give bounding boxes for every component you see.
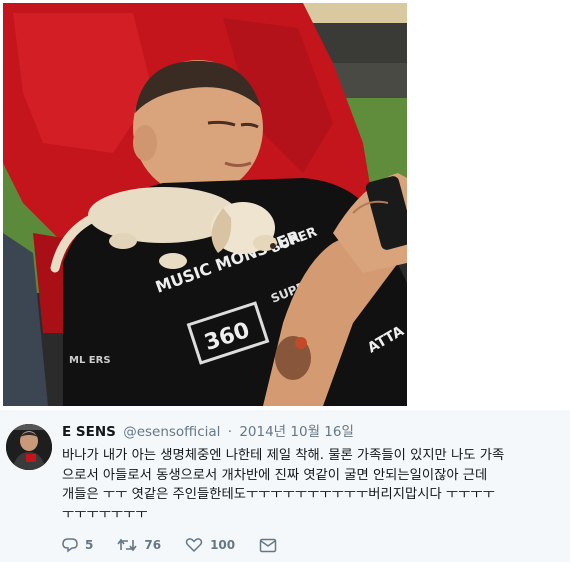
like-count: 100 bbox=[210, 538, 236, 552]
tweet-photo[interactable]: MUSIC MONSTER SUPER SUPER MAGNETIC 360 A… bbox=[3, 3, 407, 406]
direct-message-button[interactable] bbox=[259, 538, 284, 553]
retweet-icon bbox=[117, 538, 137, 552]
reply-count: 5 bbox=[85, 538, 94, 552]
avatar[interactable] bbox=[6, 424, 52, 470]
retweet-count: 76 bbox=[144, 538, 162, 552]
display-name[interactable]: E SENS bbox=[62, 424, 116, 440]
tweet-card[interactable]: E SENS @esensofficial · 2014년 10월 16일 바나… bbox=[0, 410, 570, 562]
tweet-date[interactable]: 2014년 10월 16일 bbox=[239, 424, 354, 440]
tweet-text: 바나가 내가 아는 생명체중엔 나한테 제일 착해. 물론 가족들이 있지만 나… bbox=[62, 448, 505, 522]
like-button[interactable]: 100 bbox=[185, 537, 235, 553]
tweet-actions: 5 76 100 bbox=[62, 536, 308, 554]
tweet-header: E SENS @esensofficial · 2014년 10월 16일 bbox=[62, 423, 354, 441]
heart-icon bbox=[185, 538, 203, 553]
user-handle[interactable]: @esensofficial bbox=[123, 424, 220, 440]
side-print: ML ERS bbox=[69, 355, 111, 366]
direct-message-icon bbox=[259, 538, 277, 552]
reply-icon bbox=[62, 538, 78, 553]
reply-button[interactable]: 5 bbox=[62, 537, 93, 553]
retweet-button[interactable]: 76 bbox=[117, 537, 161, 553]
separator-dot: · bbox=[227, 424, 233, 440]
